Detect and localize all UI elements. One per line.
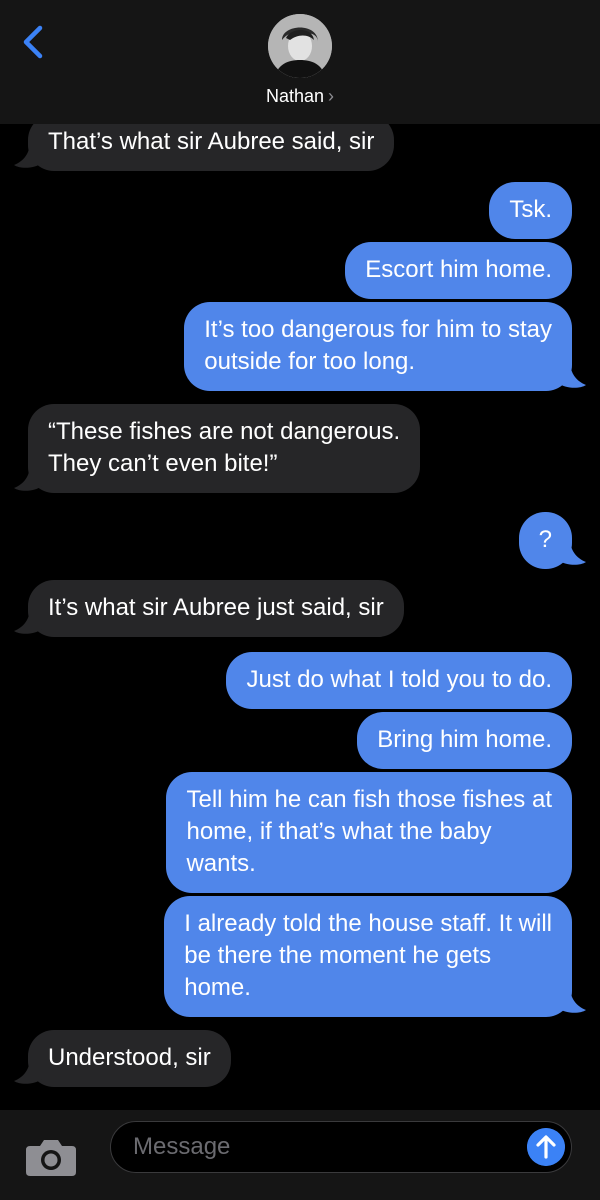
bubble-tail [558,361,586,388]
bubble-tail [558,986,586,1013]
message-bubble-outgoing[interactable]: Escort him home. [345,242,572,299]
message-bubble-incoming[interactable]: Understood, sir [28,1030,231,1087]
message-placeholder: Message [133,1133,231,1160]
contact-name-button[interactable]: Nathan › [0,86,600,107]
message-bubble-incoming[interactable]: “These fishes are not dangerous. They ca… [28,404,421,493]
message-bubble-outgoing[interactable]: Just do what I told you to do. [226,652,572,709]
send-arrow-up-icon[interactable] [527,1128,565,1166]
message-bubble-outgoing[interactable]: Bring him home. [357,712,572,769]
message-bubble-outgoing[interactable]: Tell him he can fish those fishes at hom… [166,772,572,893]
contact-avatar[interactable] [268,14,332,78]
message-thread[interactable]: That’s what sir Aubree said, sir Tsk. Es… [0,124,600,1110]
contact-name: Nathan [265,86,325,106]
bubble-tail [558,538,586,565]
message-bubble-outgoing[interactable]: Tsk. [489,182,572,239]
message-input[interactable]: Message [110,1121,572,1173]
message-bubble-outgoing[interactable]: I already told the house staff. It will … [164,896,572,1017]
bubble-tail [14,1057,42,1084]
chevron-right-icon: › [328,86,335,106]
message-bubble-outgoing[interactable]: It’s too dangerous for him to stay outsi… [184,302,572,391]
bubble-tail [14,464,42,491]
back-chevron-icon[interactable] [16,22,50,62]
message-bubble-incoming[interactable]: That’s what sir Aubree said, sir [28,124,395,171]
message-bubble-incoming[interactable]: It’s what sir Aubree just said, sir [28,580,404,637]
bubble-tail [14,607,42,634]
conversation-header: Nathan › [0,0,600,124]
bubble-tail [14,141,42,168]
camera-icon[interactable] [24,1134,78,1178]
